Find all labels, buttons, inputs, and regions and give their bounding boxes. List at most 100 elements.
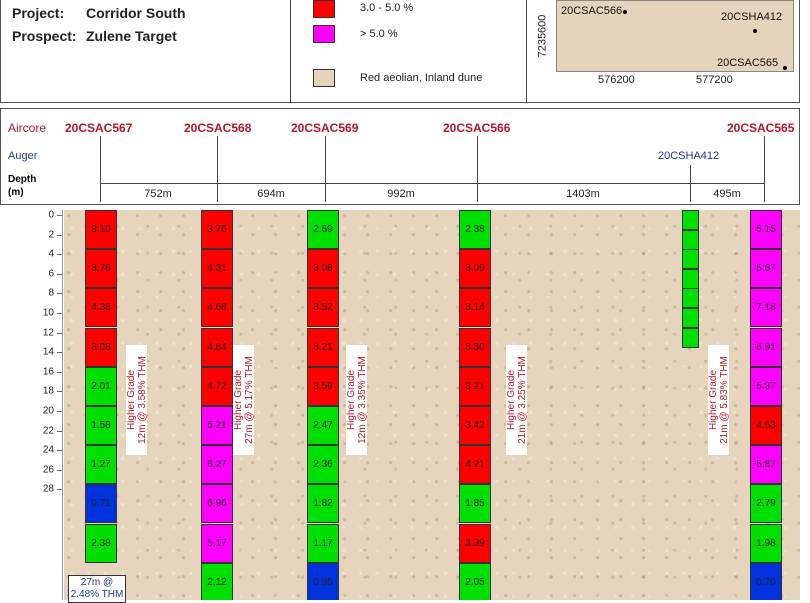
- legend-swatch-dune: [313, 69, 335, 87]
- depth-tick: [57, 293, 62, 295]
- grade-cell: 4.63: [750, 406, 782, 445]
- depth-tick: [57, 391, 62, 393]
- depth-tick: [57, 450, 62, 452]
- map-x-coord-2: 577200: [696, 74, 733, 86]
- drill-column-20CSAC565: 5.15 5.67 7.18 6.91 5.37 4.63 5.87 2.79 1.98 0.70: [750, 210, 782, 600]
- depth-tick: [57, 489, 62, 491]
- map-dot-20CSAC565: [783, 66, 787, 70]
- hole-line-568: [217, 136, 218, 202]
- legend-label-dune: Red aeolian, Inland dune: [360, 72, 483, 84]
- grade-cell: 3.08: [85, 327, 117, 367]
- grade-cell: 3.14: [459, 288, 491, 328]
- grade-cell: 2.38: [85, 523, 117, 563]
- depth-tick-label: 20: [42, 405, 54, 417]
- drill-column-20CSAC568: 3.76 4.31 4.68 4.84 4.72 5.21 6.27 6.96 5.17 2.12: [201, 210, 233, 600]
- depth-tick-label: 12: [42, 327, 54, 339]
- grade-cell: 3.59: [307, 366, 339, 406]
- grade-cell: 4.68: [201, 288, 233, 328]
- map-y-coord: 7235600: [536, 14, 549, 58]
- auger-cell: [682, 288, 699, 309]
- summary-line: 27m @: [80, 577, 114, 588]
- depth-tick: [57, 234, 62, 236]
- grade-cell: 6.27: [201, 445, 233, 485]
- drill-column-20CSAC567: 3.10 3.76 4.38 3.08 2.01 1.58 1.27 0.71 2.38: [85, 210, 117, 600]
- auger-cell: [682, 268, 699, 289]
- grade-cell: 6.91: [750, 327, 782, 367]
- note-title: Higher Grade: [345, 369, 357, 431]
- grade-cell: 5.87: [750, 445, 782, 485]
- distance-1: 752m: [144, 188, 172, 200]
- grade-cell: 5.15: [750, 210, 782, 249]
- depth-tick-label: 10: [42, 307, 54, 319]
- auger-cell: [682, 229, 699, 250]
- legend-label-magenta: > 5.0 %: [360, 28, 398, 40]
- auger-cell: [682, 210, 699, 230]
- hole-line-567: [100, 136, 101, 202]
- legend-swatch-red: [313, 0, 335, 18]
- note-title: Higher Grade: [125, 369, 137, 431]
- hole-line-566: [477, 136, 478, 202]
- map-hole-20CSAC566: 20CSAC566: [561, 5, 623, 17]
- higher-grade-note: Higher Grade 21m @ 5.83% THM: [707, 345, 730, 455]
- aircore-label: Aircore: [8, 121, 47, 135]
- grade-cell: 1.98: [750, 523, 782, 563]
- depth-tick-label: 22: [42, 425, 54, 437]
- header-hole-20CSHA412: 20CSHA412: [658, 150, 720, 162]
- note-interval: 21m @ 3.25% THM: [516, 356, 528, 444]
- distance-3: 992m: [387, 188, 415, 200]
- grade-cell: 3.42: [459, 406, 491, 445]
- grade-cell: 3.08: [307, 249, 339, 289]
- grade-cell: 1.17: [307, 523, 339, 563]
- map-hole-20CSAC565: 20CSAC565: [717, 57, 779, 69]
- map-hole-20CSHA412: 20CSHA412: [721, 11, 783, 23]
- grade-cell: 5.37: [750, 366, 782, 406]
- depth-tick: [57, 313, 62, 314]
- header-hole-20CSAC567: 20CSAC567: [65, 121, 133, 135]
- grade-cell: 4.21: [459, 445, 491, 485]
- note-interval: 27m @ 5.17% THM: [243, 356, 255, 444]
- grade-cell: 2.38: [459, 210, 491, 249]
- depth-tick-label: 26: [42, 464, 54, 476]
- legend-label-red: 3.0 - 5.0 %: [360, 2, 414, 14]
- grade-cell: 0.70: [750, 562, 782, 600]
- project-label: Project:: [12, 5, 65, 21]
- auger-cell: [682, 327, 699, 348]
- grade-cell: 3.09: [459, 249, 491, 289]
- distance-5: 495m: [713, 188, 741, 200]
- grade-cell: 2.69: [307, 210, 339, 249]
- grade-cell: 3.39: [459, 523, 491, 563]
- depth-tick: [57, 273, 62, 275]
- note-title: Higher Grade: [505, 369, 517, 431]
- grade-cell: 3.76: [85, 249, 117, 289]
- depth-tick: [57, 371, 62, 373]
- grade-cell: 3.21: [459, 366, 491, 406]
- depth-tick-label: 24: [42, 444, 54, 456]
- drill-column-20CSAC569: 2.69 3.08 3.52 3.21 3.59 2.47 2.36 1.82 1.17 0.95: [307, 210, 339, 600]
- grade-cell: 2.47: [307, 406, 339, 445]
- grade-cell: 7.18: [750, 288, 782, 328]
- note-title: Higher Grade: [707, 369, 719, 431]
- higher-grade-note: Higher Grade 12m @ 3.58% THM: [125, 345, 148, 455]
- depth-tick: [57, 469, 62, 471]
- grade-cell: 3.52: [307, 288, 339, 328]
- grade-cell: 2.05: [459, 562, 491, 600]
- grade-cell: 6.96: [201, 484, 233, 524]
- depth-axis: 0 2 4 6 8 10 12 14 16 18 20 22 24 26 28: [0, 210, 63, 600]
- auger-cell: [682, 308, 699, 328]
- header-hole-20CSAC569: 20CSAC569: [291, 121, 359, 135]
- grade-cell: 4.84: [201, 327, 233, 367]
- grade-cell: 1.27: [85, 445, 117, 485]
- header-hole-20CSAC566: 20CSAC566: [443, 121, 511, 135]
- depth-tick: [57, 215, 62, 216]
- grade-cell: 3.21: [307, 327, 339, 367]
- depth-unit: (m): [8, 187, 24, 198]
- drill-column-20CSAC566: 2.38 3.09 3.14 3.30 3.21 3.42 4.21 1.85 3.39 2.05: [459, 210, 491, 600]
- grade-cell: 3.30: [459, 327, 491, 367]
- grade-cell: 2.36: [307, 445, 339, 485]
- map-x-coord-1: 576200: [598, 74, 635, 86]
- depth-tick: [57, 430, 62, 432]
- depth-tick: [57, 352, 62, 354]
- hole-line-569: [325, 136, 326, 202]
- distance-baseline: [100, 183, 764, 184]
- project-value: Corridor South: [86, 5, 186, 21]
